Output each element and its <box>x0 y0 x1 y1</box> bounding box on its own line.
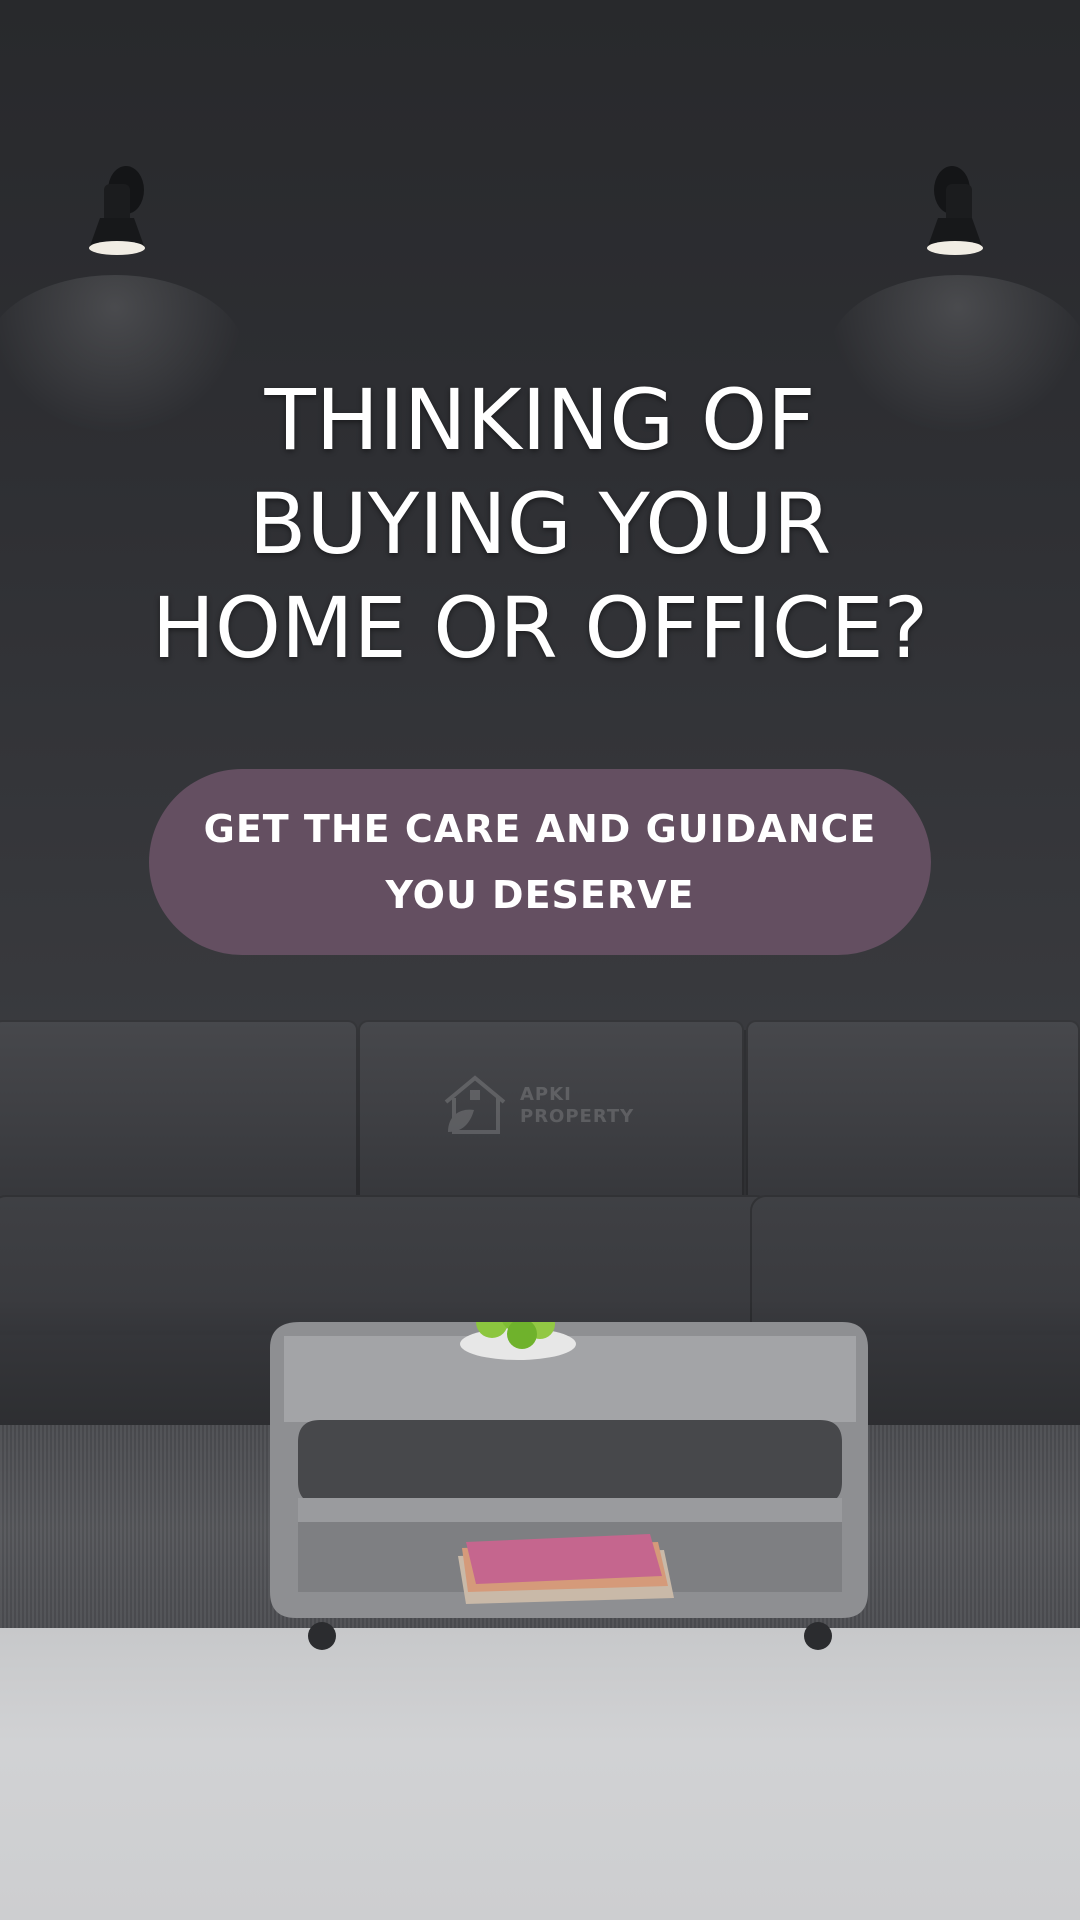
sofa-back-cushion <box>0 1020 358 1205</box>
watermark-line-1: APKI <box>520 1084 572 1105</box>
magazines-stack <box>458 1534 674 1604</box>
watermark-text: APKI PROPERTY <box>520 1084 634 1128</box>
brand-watermark: APKI PROPERTY <box>440 1070 660 1140</box>
sofa-back-cushion <box>746 1020 1080 1205</box>
headline: THINKING OF BUYING YOUR HOME OR OFFICE? <box>60 368 1020 680</box>
headline-line-3: HOME OR OFFICE? <box>151 579 929 677</box>
house-leaf-icon <box>444 1075 506 1134</box>
wall-lamp-icon <box>927 166 983 255</box>
watermark-line-2: PROPERTY <box>520 1106 635 1127</box>
coffee-table <box>270 1322 868 1650</box>
headline-line-1: THINKING OF <box>264 371 816 469</box>
floor <box>0 1628 1080 1920</box>
cta-line-1: GET THE CARE AND GUIDANCE <box>203 807 877 851</box>
headline-line-2: BUYING YOUR <box>248 475 832 573</box>
cta-badge: GET THE CARE AND GUIDANCE YOU DESERVE <box>149 769 931 955</box>
cta-line-2: YOU DESERVE <box>385 873 695 917</box>
interior-scene: APKI PROPERTY <box>0 0 1080 1920</box>
wall-lamp-icon <box>89 166 145 255</box>
